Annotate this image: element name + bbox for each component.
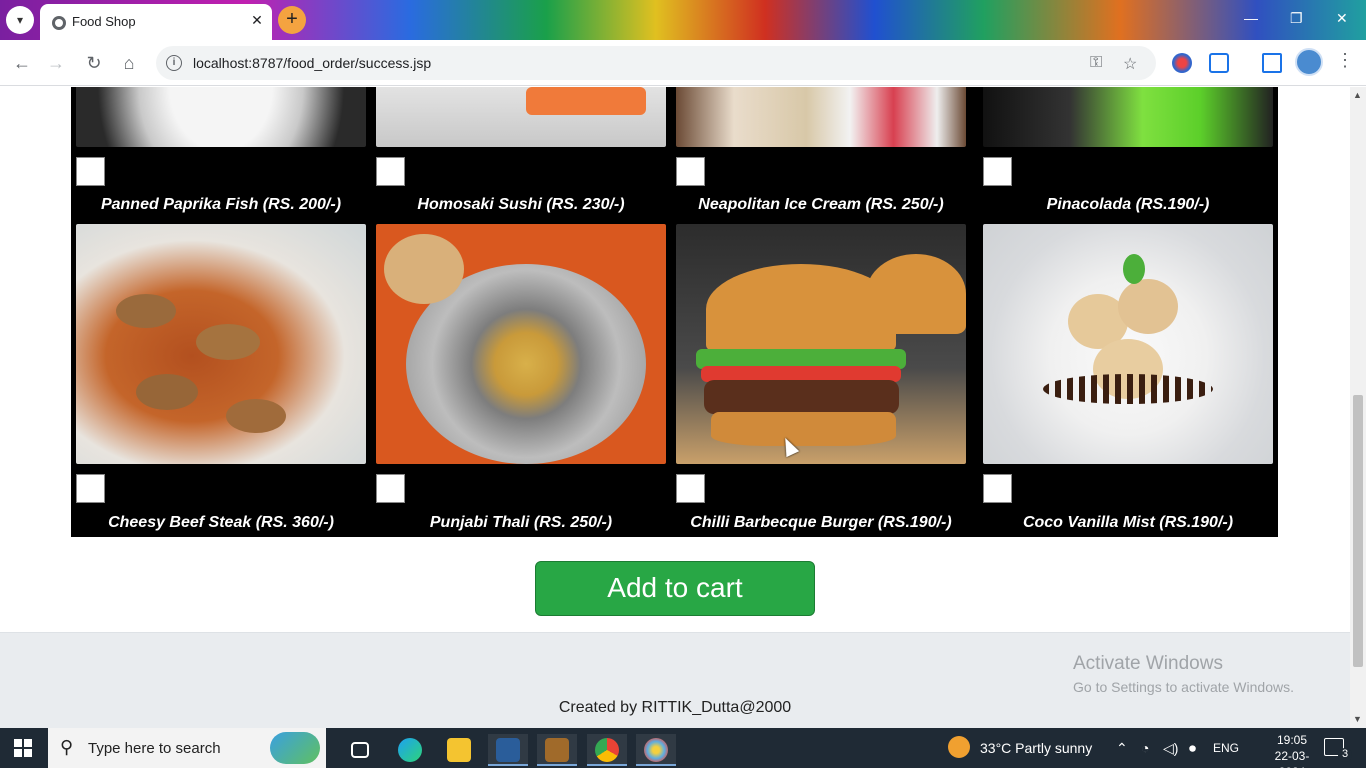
activate-windows-watermark: Activate Windows Go to Settings to activ… <box>1073 653 1294 695</box>
food-name: Punjabi Thali (RS. 250/-) <box>429 514 613 531</box>
food-name: Neapolitan Ice Cream (RS. 250/-) <box>698 196 944 213</box>
paint-icon[interactable] <box>636 734 676 766</box>
search-placeholder[interactable]: Type here to search <box>88 740 221 757</box>
network-icon[interactable]: ◔ <box>1141 740 1149 756</box>
scroll-up-arrow-icon[interactable]: ▲ <box>1353 90 1362 100</box>
windows-start-icon[interactable] <box>14 739 32 757</box>
scroll-down-arrow-icon[interactable]: ▼ <box>1353 714 1362 724</box>
volume-icon[interactable]: ◁) <box>1163 740 1178 757</box>
language-indicator[interactable]: ENG <box>1213 741 1239 755</box>
globe-icon <box>52 16 66 30</box>
site-info-icon[interactable]: i <box>166 55 182 71</box>
select-checkbox[interactable] <box>376 157 405 186</box>
tab-title: Food Shop <box>72 14 136 29</box>
microphone-icon[interactable]: ⏺ <box>1189 740 1196 757</box>
browser-toolbar: ← → ↻ ⌂ i localhost:8787/food_order/succ… <box>0 40 1366 86</box>
food-image-coco-vanilla <box>983 224 1273 464</box>
browser-tab[interactable]: Food Shop ✕ <box>40 4 272 40</box>
weather-icon[interactable] <box>948 736 970 758</box>
search-icon: ⚲ <box>60 737 74 757</box>
food-image-paprika-fish <box>76 87 366 147</box>
tray-chevron-icon[interactable]: ⌃ <box>1116 740 1128 757</box>
footer-credit: Created by RITTIK_Dutta@2000 <box>558 699 792 716</box>
chrome-icon[interactable] <box>587 734 627 766</box>
food-name: Coco Vanilla Mist (RS.190/-) <box>1022 514 1234 531</box>
add-to-cart-button[interactable]: Add to cart <box>535 561 815 616</box>
select-checkbox[interactable] <box>676 474 705 503</box>
window-close-icon[interactable]: ✕ <box>1336 10 1348 27</box>
new-tab-button[interactable]: + <box>278 6 306 34</box>
food-grid: Panned Paprika Fish (RS. 200/-) Homosaki… <box>71 87 1278 537</box>
back-icon[interactable]: ← <box>11 52 33 74</box>
page-viewport: Panned Paprika Fish (RS. 200/-) Homosaki… <box>0 87 1350 728</box>
extension-icon[interactable] <box>1172 53 1192 73</box>
scroll-thumb[interactable] <box>1353 395 1363 667</box>
food-name: Homosaki Sushi (RS. 230/-) <box>417 196 625 213</box>
menu-kebab-icon[interactable]: ⋮ <box>1336 50 1354 71</box>
restore-icon[interactable]: ❐ <box>1290 10 1303 27</box>
food-image-ice-cream <box>676 87 966 147</box>
watermark-line2: Go to Settings to activate Windows. <box>1073 679 1294 695</box>
tab-search-chevron-icon[interactable]: ▾ <box>6 6 34 34</box>
netbeans-icon[interactable] <box>488 734 528 766</box>
select-checkbox[interactable] <box>76 474 105 503</box>
clock-date: 22-03-2024 <box>1274 749 1310 779</box>
weather-text[interactable]: 33°C Partly sunny <box>980 740 1092 756</box>
food-name: Panned Paprika Fish (RS. 200/-) <box>100 196 342 213</box>
select-checkbox[interactable] <box>376 474 405 503</box>
select-checkbox[interactable] <box>676 157 705 186</box>
watermark-line1: Activate Windows <box>1073 653 1223 674</box>
minimize-icon[interactable]: — <box>1244 10 1258 26</box>
food-name: Pinacolada (RS.190/-) <box>1046 196 1210 213</box>
password-key-icon[interactable]: ⚿ <box>1090 54 1102 72</box>
puzzle-extensions-icon[interactable] <box>1209 53 1229 73</box>
file-explorer-icon[interactable] <box>439 734 479 766</box>
search-highlight-icon <box>270 732 320 764</box>
select-checkbox[interactable] <box>76 157 105 186</box>
page-scrollbar[interactable]: ▲ ▼ <box>1350 87 1366 728</box>
clock-time: 19:05 <box>1276 733 1308 747</box>
profile-avatar[interactable] <box>1295 48 1323 76</box>
browser-titlebar: ▾ Food Shop ✕ + — ❐ ✕ <box>0 0 1366 40</box>
side-panel-icon[interactable] <box>1262 53 1282 73</box>
food-image-sushi <box>376 87 666 147</box>
select-checkbox[interactable] <box>983 474 1012 503</box>
app-icon[interactable] <box>537 734 577 766</box>
reload-icon[interactable]: ↻ <box>83 52 105 74</box>
address-bar[interactable]: i localhost:8787/food_order/success.jsp … <box>156 46 1156 80</box>
food-name: Chilli Barbecque Burger (RS.190/-) <box>690 514 952 531</box>
url-text[interactable]: localhost:8787/food_order/success.jsp <box>193 55 431 71</box>
edge-browser-icon[interactable] <box>390 734 430 766</box>
food-name: Cheesy Beef Steak (RS. 360/-) <box>108 514 334 531</box>
windows-taskbar: ⚲ Type here to search 33°C Partly sunny … <box>0 728 1366 779</box>
forward-icon[interactable]: → <box>45 52 67 74</box>
food-image-burger <box>676 224 966 464</box>
close-tab-icon[interactable]: ✕ <box>248 12 266 29</box>
food-image-pinacolada <box>983 87 1273 147</box>
page-footer: Activate Windows Go to Settings to activ… <box>0 632 1350 728</box>
food-image-punjabi-thali <box>376 224 666 464</box>
notification-count: 3 <box>1338 748 1352 762</box>
task-view-icon[interactable] <box>340 734 380 766</box>
select-checkbox[interactable] <box>983 157 1012 186</box>
food-image-beef-steak <box>76 224 366 464</box>
taskbar-search-box[interactable]: ⚲ Type here to search <box>48 728 326 768</box>
bookmark-star-icon[interactable]: ☆ <box>1123 54 1137 74</box>
home-icon[interactable]: ⌂ <box>118 52 140 74</box>
taskbar-clock[interactable]: 19:05 22-03-2024 <box>1262 732 1322 780</box>
